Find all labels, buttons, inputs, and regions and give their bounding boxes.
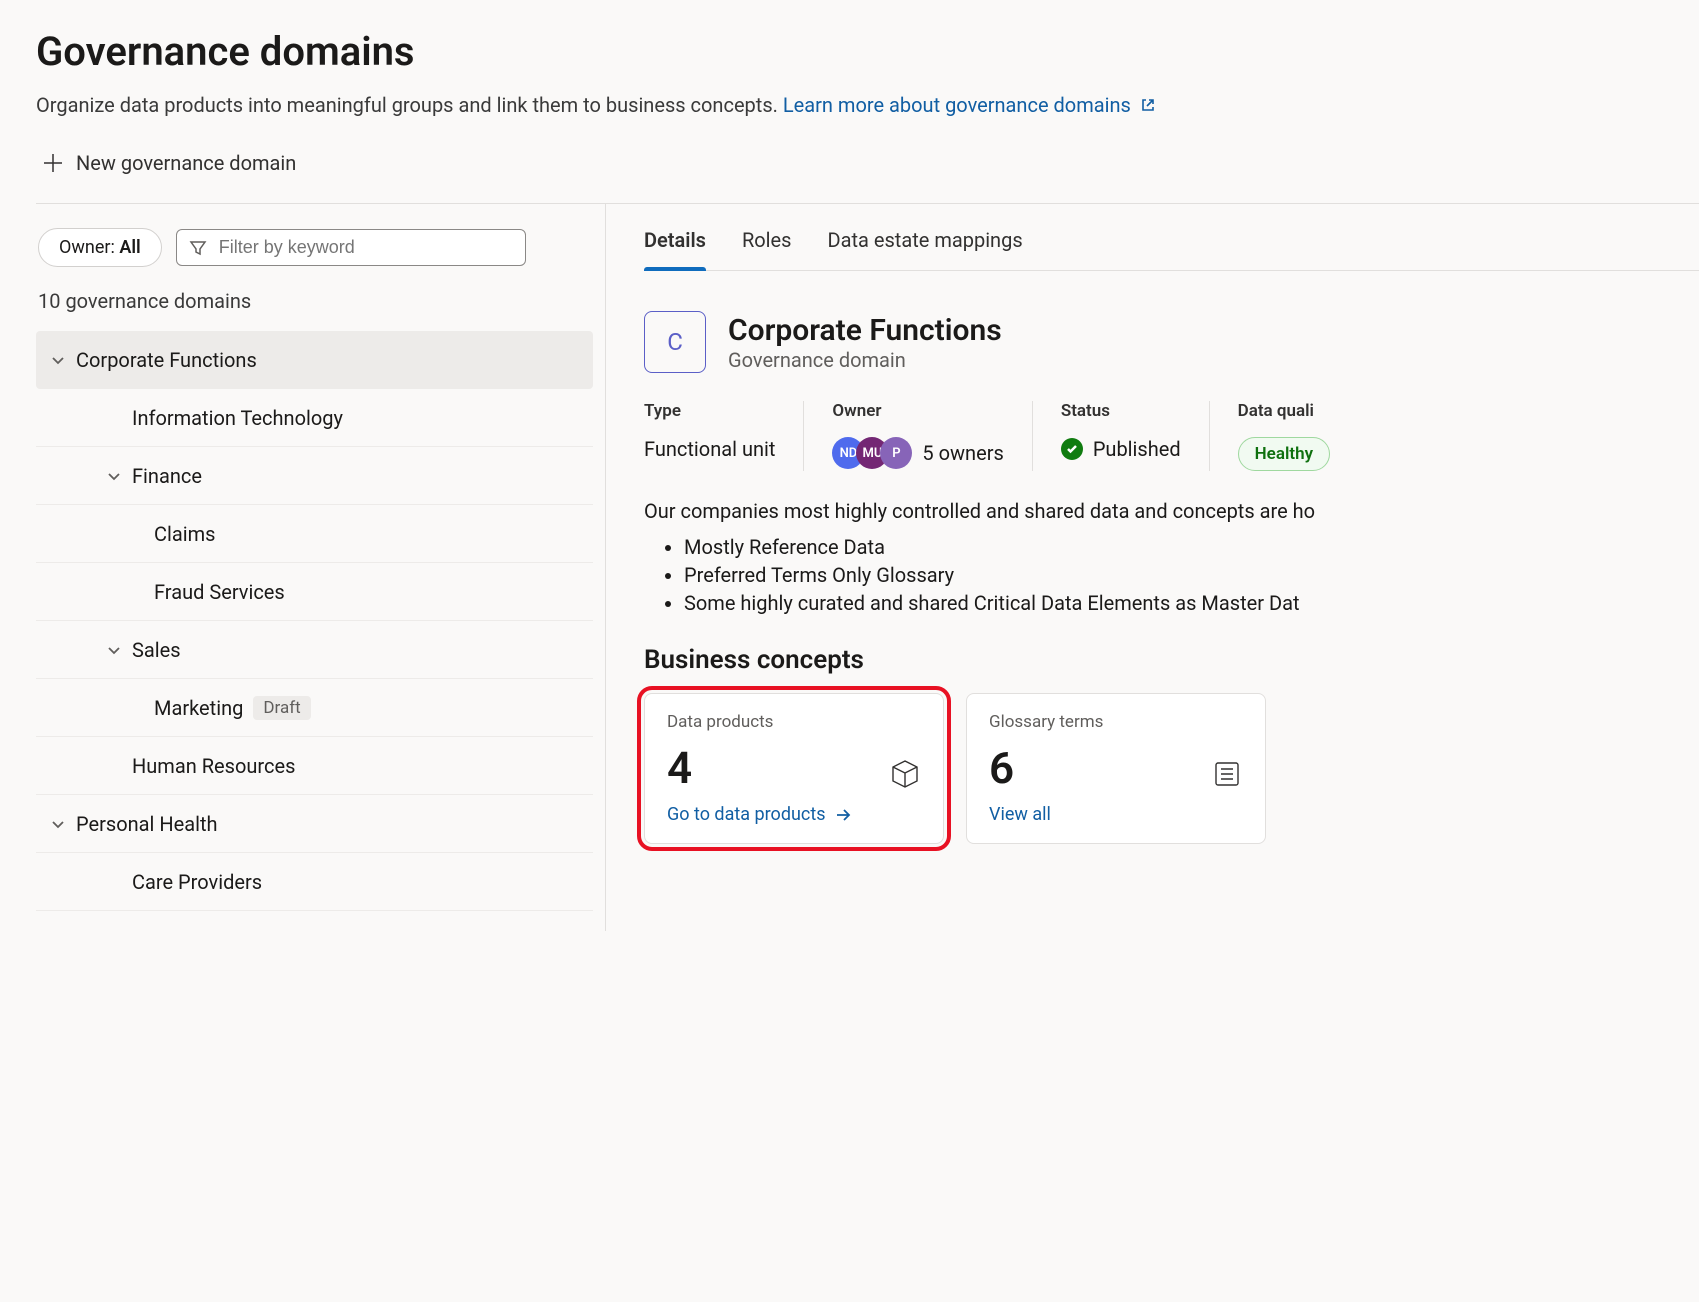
chevron-down-icon: [50, 816, 66, 832]
filter-icon: [189, 239, 207, 257]
card-count: 6: [989, 742, 1243, 794]
subtitle-text: Organize data products into meaningful g…: [36, 93, 783, 117]
tree-item-label: Human Resources: [132, 754, 295, 778]
tree-item-label: Finance: [132, 464, 202, 488]
tree-item[interactable]: Claims: [36, 505, 593, 563]
domain-count-label: 10 governance domains: [38, 289, 593, 313]
tree-item[interactable]: Information Technology: [36, 389, 593, 447]
tree-item[interactable]: Sales: [36, 621, 593, 679]
new-governance-domain-button[interactable]: New governance domain: [36, 141, 302, 185]
tree-item-label: Claims: [154, 522, 215, 546]
external-link-icon: [1140, 97, 1156, 113]
card-label: Glossary terms: [989, 712, 1243, 732]
bullet-item: Some highly curated and shared Critical …: [684, 591, 1699, 615]
cube-icon: [889, 758, 921, 794]
tab[interactable]: Roles: [742, 228, 792, 270]
owner-filter-pill[interactable]: Owner: All: [38, 228, 162, 267]
bullet-item: Mostly Reference Data: [684, 535, 1699, 559]
chevron-down-icon: [106, 642, 122, 658]
keyword-filter-input-wrap[interactable]: [176, 229, 526, 266]
check-circle-icon: [1061, 438, 1083, 460]
domain-icon: C: [644, 311, 706, 373]
tree-item[interactable]: Marketing Draft: [36, 679, 593, 737]
tabs: Details Roles Data estate mappings: [644, 228, 1699, 271]
tree-item[interactable]: Care Providers: [36, 853, 593, 911]
domain-tree-panel: Owner: All 10 governance domains Corpora…: [36, 204, 606, 931]
tree-item[interactable]: Finance: [36, 447, 593, 505]
prop-data-quality: Data quali Healthy: [1238, 401, 1358, 471]
glossary-terms-card[interactable]: Glossary terms 6 View all: [966, 693, 1266, 844]
business-concepts-heading: Business concepts: [644, 645, 1699, 675]
tree-item-label: Corporate Functions: [76, 348, 257, 372]
prop-owner: Owner NDMUP 5 owners: [832, 401, 1032, 471]
tree-item[interactable]: Human Resources: [36, 737, 593, 795]
bullet-item: Preferred Terms Only Glossary: [684, 563, 1699, 587]
domain-description: Our companies most highly controlled and…: [644, 499, 1699, 523]
tree-item[interactable]: Corporate Functions: [36, 331, 593, 389]
domain-tree: Corporate Functions Information Technolog…: [36, 331, 593, 911]
tree-item-label: Fraud Services: [154, 580, 285, 604]
tree-item-label: Sales: [132, 638, 181, 662]
domain-subtitle: Governance domain: [728, 348, 1002, 372]
domain-title: Corporate Functions: [728, 313, 1002, 348]
card-count: 4: [667, 742, 921, 794]
owner-avatars: NDMUP: [832, 437, 912, 469]
arrow-right-icon: [834, 806, 852, 824]
tab[interactable]: Data estate mappings: [827, 228, 1022, 270]
description-bullets: Mostly Reference Data Preferred Terms Onl…: [644, 535, 1699, 615]
page-subtitle: Organize data products into meaningful g…: [36, 93, 1699, 117]
data-products-card[interactable]: Data products 4 Go to data products: [644, 693, 944, 844]
chevron-down-icon: [50, 352, 66, 368]
tab[interactable]: Details: [644, 228, 706, 270]
owner-count: 5 owners: [922, 441, 1003, 465]
tree-item[interactable]: Fraud Services: [36, 563, 593, 621]
chevron-down-icon: [106, 468, 122, 484]
new-domain-label: New governance domain: [76, 151, 296, 175]
prop-type: Type Functional unit: [644, 401, 804, 471]
health-pill: Healthy: [1238, 437, 1330, 471]
draft-badge: Draft: [253, 696, 310, 720]
tree-item-label: Personal Health: [76, 812, 218, 836]
list-icon: [1211, 758, 1243, 794]
page-title: Governance domains: [36, 28, 1699, 75]
view-all-glossary-link[interactable]: View all: [989, 804, 1243, 825]
plus-icon: [42, 152, 64, 174]
tree-item-label: Marketing: [154, 696, 243, 720]
prop-status: Status Published: [1061, 401, 1210, 471]
go-to-data-products-link[interactable]: Go to data products: [667, 804, 921, 825]
tree-item-label: Information Technology: [132, 406, 343, 430]
learn-more-link[interactable]: Learn more about governance domains: [783, 93, 1156, 117]
tree-item[interactable]: Personal Health: [36, 795, 593, 853]
tree-item-label: Care Providers: [132, 870, 262, 894]
avatar: P: [880, 437, 912, 469]
details-panel: Details Roles Data estate mappings C Corpo…: [606, 204, 1699, 931]
keyword-filter-input[interactable]: [217, 236, 513, 259]
card-label: Data products: [667, 712, 921, 732]
